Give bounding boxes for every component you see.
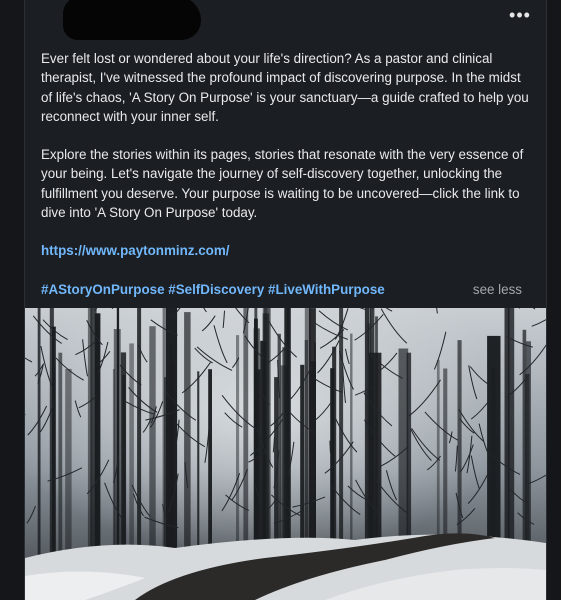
tree-trunk: [304, 340, 309, 558]
tree-trunk: [254, 308, 258, 558]
redacted-author: [63, 0, 201, 40]
tree-trunk: [58, 352, 63, 558]
tree-trunk: [487, 335, 501, 558]
tree-trunk: [197, 371, 200, 558]
tree-trunk: [457, 340, 462, 558]
tree-trunk: [112, 369, 116, 558]
tree-trunk: [65, 368, 72, 558]
post-image[interactable]: [25, 308, 546, 600]
tree-trunk: [368, 308, 372, 558]
tree-trunk: [309, 308, 316, 558]
tree-trunk: [339, 308, 344, 558]
tree-trunk: [120, 352, 127, 558]
tree-trunk: [243, 308, 249, 558]
hashtag-astoryonpurpose[interactable]: #AStoryOnPurpose: [41, 282, 165, 297]
post-text: Ever felt lost or wondered about your li…: [41, 49, 531, 222]
tree-trunk: [286, 308, 291, 558]
tree-branch: [329, 440, 331, 454]
tree-trunk: [94, 313, 101, 558]
tree-trunk: [208, 369, 212, 558]
hashtag-list: #AStoryOnPurpose #SelfDiscovery #LiveWit…: [41, 282, 385, 297]
tree-trunk: [184, 312, 191, 558]
tree-trunk: [443, 368, 448, 558]
hashtag-livewithpurpose[interactable]: #LiveWithPurpose: [268, 282, 385, 297]
tree-trunk: [236, 335, 240, 558]
tree-trunk: [406, 352, 412, 558]
tree-trunk: [169, 363, 174, 558]
more-horizontal-icon: •••: [509, 5, 531, 25]
more-options-button[interactable]: •••: [506, 4, 534, 26]
post-card: ••• Ever felt lost or wondered about you…: [24, 0, 547, 600]
post-paragraph-2: Explore the stories within its pages, st…: [41, 147, 524, 221]
tree-trunk: [300, 364, 305, 558]
tree-trunk: [504, 308, 510, 558]
tree-trunk: [526, 341, 531, 558]
tree-trunk: [52, 326, 56, 558]
website-link[interactable]: https://www.paytonminz.com/: [41, 243, 229, 258]
hashtag-selfdiscovery[interactable]: #SelfDiscovery: [168, 282, 264, 297]
tree-trunk: [262, 308, 268, 558]
tree-trunk: [37, 308, 41, 558]
post-paragraph-1: Ever felt lost or wondered about your li…: [41, 51, 529, 124]
see-less-button[interactable]: see less: [473, 282, 522, 297]
tree-trunk: [330, 368, 335, 558]
tree-trunk: [149, 326, 156, 558]
